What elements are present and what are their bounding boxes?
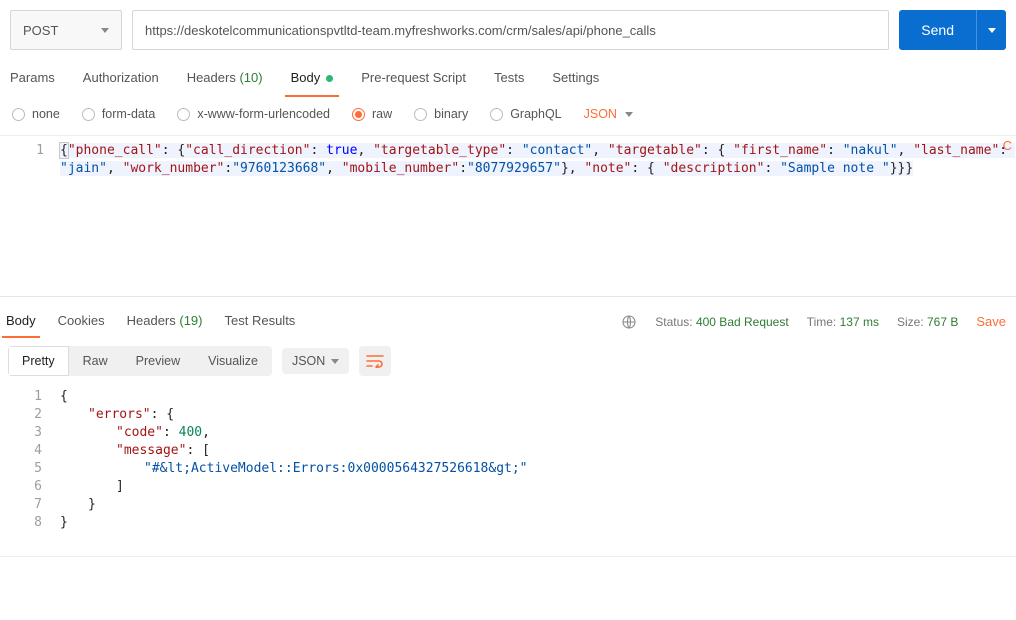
body-content-type-dropdown[interactable]: JSON <box>584 107 633 121</box>
wrap-icon <box>366 354 384 368</box>
tab-authorization[interactable]: Authorization <box>83 60 159 97</box>
chevron-down-icon <box>101 28 109 33</box>
tab-prerequest[interactable]: Pre-request Script <box>361 60 466 97</box>
response-tab-headers[interactable]: Headers (19) <box>127 305 203 338</box>
response-tab-body[interactable]: Body <box>6 305 36 338</box>
response-tab-testresults[interactable]: Test Results <box>225 305 296 338</box>
http-method-value: POST <box>23 23 58 38</box>
save-response-button[interactable]: Save <box>976 314 1006 329</box>
request-body-editor[interactable]: 1 {"phone_call": {"call_direction": true… <box>0 136 1016 296</box>
chevron-down-icon <box>331 359 339 364</box>
send-options-dropdown[interactable] <box>976 10 1006 50</box>
tab-tests[interactable]: Tests <box>494 60 524 97</box>
chevron-down-icon <box>625 112 633 117</box>
response-tab-cookies[interactable]: Cookies <box>58 305 105 338</box>
body-type-graphql[interactable]: GraphQL <box>490 107 561 121</box>
response-size: 767 B <box>927 315 958 329</box>
view-preview[interactable]: Preview <box>122 346 194 376</box>
view-pretty[interactable]: Pretty <box>8 346 69 376</box>
tab-params[interactable]: Params <box>10 60 55 97</box>
response-status: 400 Bad Request <box>696 315 789 329</box>
send-button[interactable]: Send <box>899 10 976 50</box>
response-type-dropdown[interactable]: JSON <box>282 348 349 374</box>
wrap-lines-button[interactable] <box>359 346 391 376</box>
tab-headers[interactable]: Headers (10) <box>187 60 263 97</box>
body-type-binary[interactable]: binary <box>414 107 468 121</box>
tab-settings[interactable]: Settings <box>552 60 599 97</box>
tab-body[interactable]: Body <box>291 60 334 97</box>
http-method-dropdown[interactable]: POST <box>10 10 122 50</box>
view-visualize[interactable]: Visualize <box>194 346 272 376</box>
body-type-formdata[interactable]: form-data <box>82 107 156 121</box>
view-raw[interactable]: Raw <box>69 346 122 376</box>
body-type-xform[interactable]: x-www-form-urlencoded <box>177 107 330 121</box>
chevron-down-icon <box>988 28 996 33</box>
response-time: 137 ms <box>840 315 879 329</box>
body-type-raw[interactable]: raw <box>352 107 392 121</box>
request-url-input[interactable] <box>132 10 889 50</box>
response-body-editor[interactable]: 12345678 { "errors": { "code": 400, "mes… <box>0 384 1016 556</box>
cutoff-char: C <box>1003 138 1012 153</box>
dot-indicator-icon <box>326 75 333 82</box>
body-type-none[interactable]: none <box>12 107 60 121</box>
globe-icon <box>621 314 637 330</box>
response-view-segmented: Pretty Raw Preview Visualize <box>8 346 272 376</box>
